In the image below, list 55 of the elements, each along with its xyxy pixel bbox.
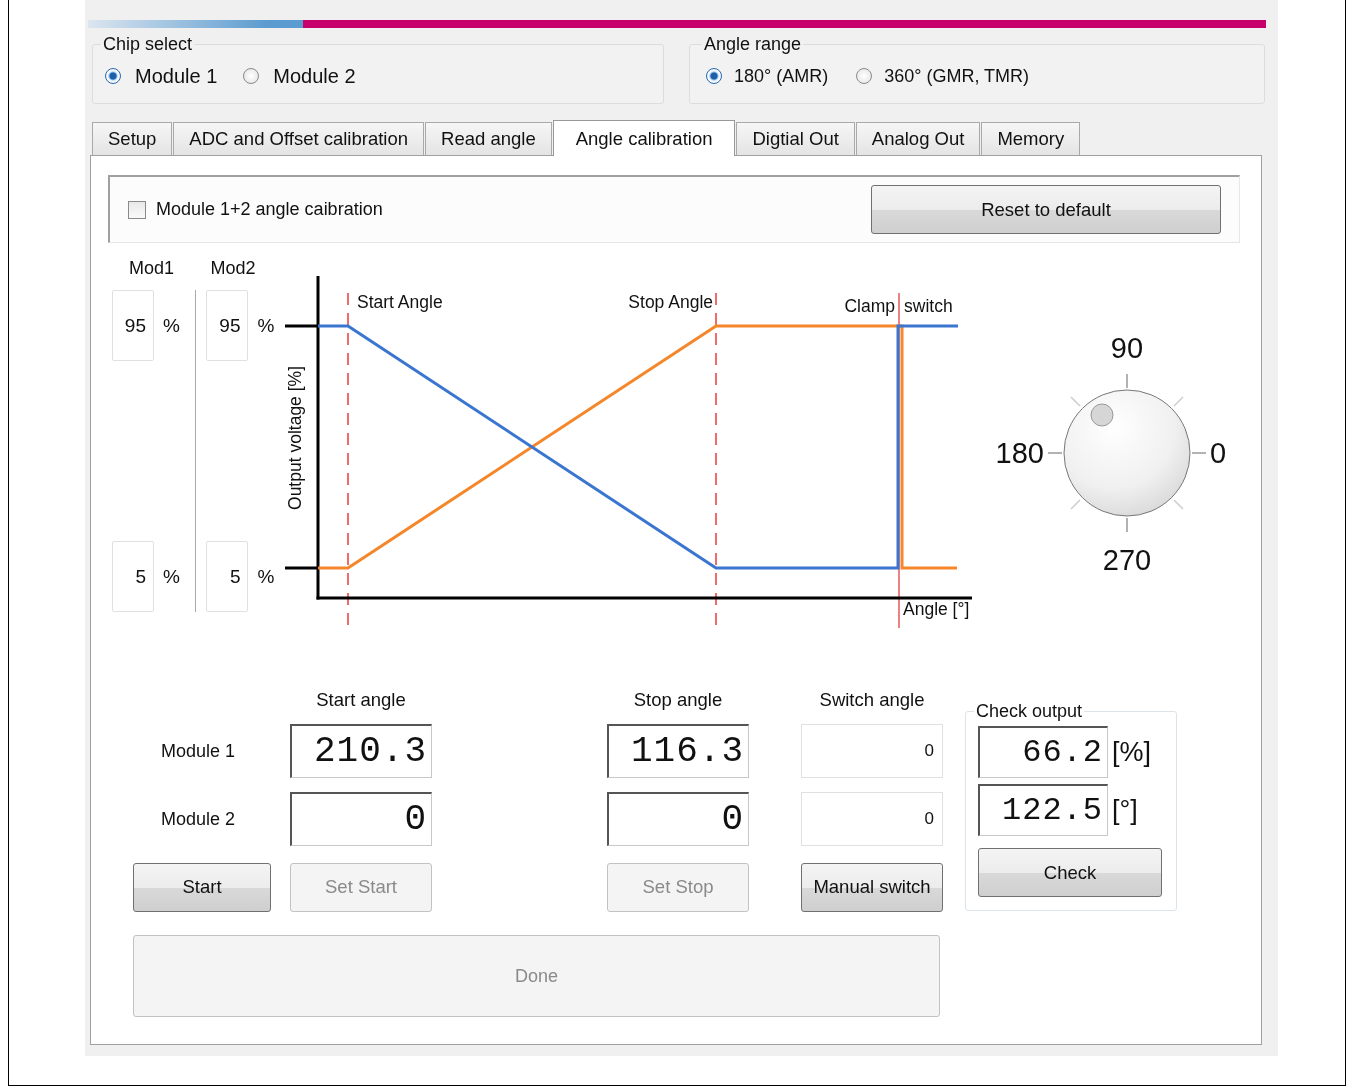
- input-field[interactable]: 0: [801, 792, 943, 846]
- row-label: Module 1: [160, 740, 237, 762]
- checkbox-option[interactable]: Module 1+2 angle caibration: [128, 199, 383, 220]
- lcd-display: 66.2: [978, 726, 1108, 778]
- marker-label: switch: [904, 296, 953, 316]
- axis-label: Output voltage [%]: [285, 366, 305, 510]
- group-title: Angle range: [703, 34, 803, 55]
- dial-label: 90: [1110, 332, 1144, 364]
- radio-option[interactable]: Module 1: [105, 64, 218, 88]
- column-heading: Switch angle: [818, 689, 926, 711]
- radio-option[interactable]: 360° (GMR, TMR): [856, 65, 1030, 87]
- column-heading: Start angle: [315, 689, 407, 711]
- unit-label: [%]: [1112, 736, 1151, 768]
- radio-option[interactable]: Module 2: [243, 64, 356, 88]
- input-field[interactable]: 95: [206, 290, 249, 361]
- row-label: Module 2: [160, 808, 237, 830]
- tab[interactable]: Memory: [981, 122, 1081, 155]
- unit-label: %: [257, 314, 275, 337]
- lcd-display: 0: [290, 792, 432, 846]
- lcd-display: 116.3: [607, 724, 749, 778]
- unit-label: %: [163, 565, 180, 588]
- check-button[interactable]: Check: [978, 848, 1162, 897]
- tab[interactable]: ADC and Offset calibration: [173, 122, 425, 155]
- marker-label: Clamp: [844, 296, 895, 316]
- input-field[interactable]: 5: [206, 541, 249, 612]
- unit-label: [°]: [1112, 794, 1138, 826]
- marker-label: Stop Angle: [628, 292, 713, 312]
- tab[interactable]: Angle calibration: [552, 120, 736, 156]
- column-heading: Mod1: [128, 258, 176, 280]
- column-heading: Stop angle: [632, 689, 724, 711]
- column-heading: Mod2: [209, 258, 257, 280]
- lcd-display: 122.5: [978, 784, 1108, 836]
- dial-label: 270: [1102, 544, 1152, 576]
- input-field[interactable]: 95: [112, 290, 154, 361]
- dial-label: 180: [995, 437, 1044, 469]
- action-button[interactable]: Start: [133, 862, 271, 912]
- dial-label: 0: [1210, 437, 1227, 469]
- action-button[interactable]: Manual switch: [801, 862, 943, 912]
- input-field[interactable]: 5: [112, 541, 154, 612]
- group-title: Chip select: [102, 34, 194, 55]
- input-field[interactable]: 0: [801, 724, 943, 778]
- tab[interactable]: Setup: [92, 122, 173, 155]
- tab[interactable]: Read angle: [425, 122, 552, 155]
- radio-option[interactable]: 180° (AMR): [706, 65, 829, 87]
- group-title: Check output: [975, 701, 1084, 722]
- tab[interactable]: Digtial Out: [736, 122, 855, 155]
- marker-label: Start Angle: [357, 292, 443, 312]
- lcd-display: 210.3: [290, 724, 432, 778]
- reset-button[interactable]: Reset to default: [871, 185, 1221, 234]
- unit-label: %: [257, 565, 275, 588]
- axis-label: Angle [°]: [903, 599, 970, 619]
- unit-label: %: [163, 314, 180, 337]
- tab[interactable]: Analog Out: [855, 122, 981, 155]
- lcd-display: 0: [607, 792, 749, 846]
- dial-knob[interactable]: [1047, 373, 1207, 533]
